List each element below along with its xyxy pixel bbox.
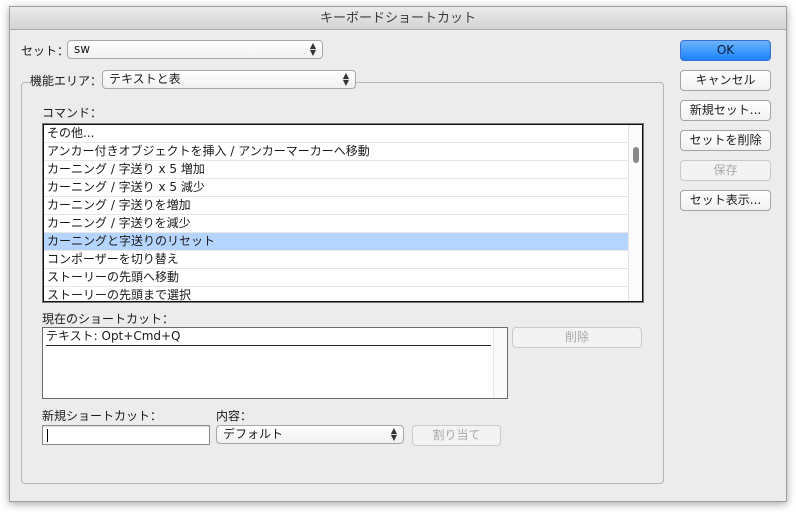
- list-item[interactable]: カーニング / 字送りを減少: [44, 215, 629, 233]
- save-button[interactable]: 保存: [680, 160, 771, 181]
- current-shortcut-scrollbar[interactable]: [493, 328, 507, 398]
- new-set-button[interactable]: 新規セット...: [680, 100, 771, 121]
- list-item[interactable]: カーニング / 字送り x 5 減少: [44, 179, 629, 197]
- list-item-selected[interactable]: カーニングと字送りのリセット: [44, 233, 629, 251]
- delete-set-button[interactable]: セットを削除: [680, 130, 771, 151]
- context-popup[interactable]: デフォルト ▲ ▼: [216, 425, 404, 444]
- show-set-button[interactable]: セット表示...: [680, 190, 771, 211]
- popup-arrows-icon: ▲ ▼: [309, 41, 317, 57]
- remove-shortcut-button[interactable]: 削除: [512, 327, 642, 348]
- current-shortcut-list[interactable]: テキスト: Opt+Cmd+Q: [42, 327, 508, 399]
- assign-button[interactable]: 割り当て: [412, 425, 501, 446]
- context-popup-value: デフォルト: [223, 427, 284, 441]
- list-item[interactable]: その他...: [44, 125, 629, 143]
- set-popup-value: sw: [74, 42, 91, 56]
- new-shortcut-input[interactable]: [42, 425, 210, 445]
- list-item[interactable]: コンポーザーを切り替え: [44, 251, 629, 269]
- dialog-title: キーボードショートカット: [10, 7, 786, 30]
- current-shortcut-label: 現在のショートカット：: [42, 312, 175, 326]
- list-item[interactable]: カーニング / 字送り x 5 増加: [44, 161, 629, 179]
- area-popup-value: テキストと表: [109, 72, 181, 86]
- context-label: 内容：: [216, 409, 253, 423]
- list-item[interactable]: アンカー付きオブジェクトを挿入 / アンカーマーカーへ移動: [44, 143, 629, 161]
- area-popup[interactable]: テキストと表 ▲ ▼: [102, 70, 356, 89]
- list-item[interactable]: ストーリーの先頭まで選択: [44, 287, 629, 302]
- popup-arrows-icon: ▲ ▼: [390, 426, 398, 442]
- set-popup[interactable]: sw ▲ ▼: [67, 40, 323, 59]
- new-shortcut-label: 新規ショートカット：: [42, 409, 163, 423]
- list-item[interactable]: カーニング / 字送りを増加: [44, 197, 629, 215]
- commands-label: コマンド：: [42, 106, 103, 120]
- popup-arrows-icon: ▲ ▼: [342, 71, 350, 87]
- commands-scrollbar[interactable]: [628, 125, 642, 301]
- current-shortcut-item[interactable]: テキスト: Opt+Cmd+Q: [46, 328, 491, 346]
- list-item[interactable]: ストーリーの先頭へ移動: [44, 269, 629, 287]
- area-label: 機能エリア：: [30, 72, 105, 89]
- set-label: セット：: [21, 44, 70, 58]
- cancel-button[interactable]: キャンセル: [680, 70, 771, 91]
- keyboard-shortcuts-dialog: キーボードショートカット セット： sw ▲ ▼ 機能エリア： テキストと表 ▲ ▼…: [9, 6, 787, 502]
- text-caret: [47, 429, 48, 442]
- scrollbar-thumb[interactable]: [633, 147, 639, 163]
- commands-list[interactable]: その他... アンカー付きオブジェクトを挿入 / アンカーマーカーへ移動 カーニ…: [42, 123, 644, 303]
- ok-button[interactable]: OK: [680, 40, 771, 61]
